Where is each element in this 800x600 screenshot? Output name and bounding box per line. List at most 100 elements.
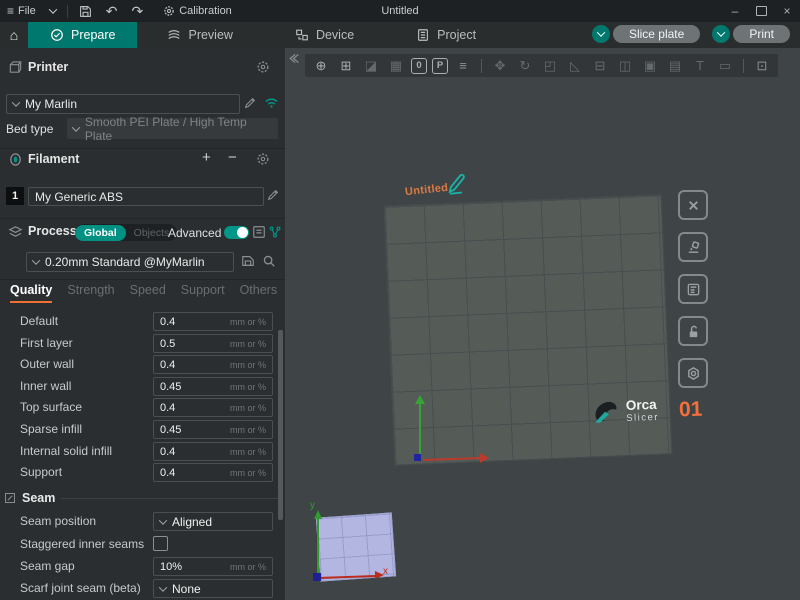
filament-preset-value: My Generic ABS bbox=[35, 190, 123, 204]
filament-settings-button[interactable] bbox=[256, 152, 270, 166]
setting-value-box[interactable]: 0.4mm or % bbox=[153, 355, 273, 374]
wifi-icon[interactable] bbox=[264, 95, 279, 110]
setting-value-box[interactable]: 0.45mm or % bbox=[153, 420, 273, 439]
merge-icon[interactable]: ▣ bbox=[640, 59, 660, 72]
collapse-toolbar-icon[interactable] bbox=[287, 52, 300, 65]
assembly-view-icon[interactable]: ⊡ bbox=[752, 59, 772, 72]
setting-value-box[interactable]: 0.4mm or % bbox=[153, 442, 273, 461]
setting-unit: mm or % bbox=[230, 317, 266, 327]
setting-value: 0.5 bbox=[160, 338, 175, 350]
rename-plate-icon[interactable] bbox=[444, 171, 470, 197]
slice-options-button[interactable] bbox=[592, 25, 610, 43]
printer-settings-button[interactable] bbox=[256, 60, 270, 74]
printer-section-title: Printer bbox=[28, 60, 68, 74]
plate-settings-button[interactable] bbox=[678, 358, 708, 388]
setting-label: Outer wall bbox=[20, 357, 74, 371]
setting-value: 0.4 bbox=[160, 467, 175, 479]
seam-position-select[interactable]: Aligned bbox=[153, 512, 273, 531]
save-preset-button[interactable] bbox=[241, 254, 255, 268]
tab-prepare-label: Prepare bbox=[71, 28, 115, 42]
remove-filament-button[interactable]: − bbox=[228, 149, 237, 166]
layers-menu-icon[interactable]: ≡ bbox=[453, 59, 473, 72]
scarf-seam-select[interactable]: None bbox=[153, 579, 273, 598]
home-button[interactable]: ⌂ bbox=[0, 22, 28, 48]
arrange-plate-button[interactable] bbox=[678, 274, 708, 304]
search-icon[interactable] bbox=[262, 254, 276, 268]
tab-device[interactable]: Device bbox=[273, 22, 376, 48]
file-menu-dropdown[interactable] bbox=[43, 0, 63, 22]
options-list-icon[interactable] bbox=[252, 225, 266, 239]
save-button[interactable] bbox=[72, 0, 99, 22]
scale-icon[interactable]: ◰ bbox=[540, 59, 560, 72]
tab-speed[interactable]: Speed bbox=[130, 283, 166, 303]
tab-others[interactable]: Others bbox=[240, 283, 278, 303]
add-object-icon[interactable]: ⊕ bbox=[311, 59, 331, 72]
undo-icon: ↶ bbox=[106, 4, 118, 18]
redo-button[interactable]: ↷ bbox=[124, 0, 150, 22]
split-to-objects-icon[interactable]: ⊟ bbox=[590, 59, 610, 72]
move-icon[interactable]: ✥ bbox=[490, 59, 510, 72]
tab-prepare[interactable]: Prepare bbox=[28, 22, 137, 48]
undo-button[interactable]: ↶ bbox=[99, 0, 125, 22]
chevron-down-icon bbox=[49, 5, 57, 13]
file-menu[interactable]: ≡ File bbox=[0, 0, 43, 22]
tab-support[interactable]: Support bbox=[181, 283, 225, 303]
setting-value-box[interactable]: 0.4mm or % bbox=[153, 463, 273, 482]
variable-layer-height-icon[interactable]: ▤ bbox=[665, 59, 685, 72]
seam-gap-value-box[interactable]: 10%mm or % bbox=[153, 557, 273, 576]
chevron-down-icon bbox=[717, 28, 725, 36]
close-button[interactable]: × bbox=[774, 0, 800, 22]
advanced-toggle[interactable] bbox=[224, 226, 249, 239]
lock-plate-button[interactable] bbox=[678, 316, 708, 346]
process-preset-select[interactable]: 0.20mm Standard @MyMarlin bbox=[26, 252, 234, 272]
setting-row: Internal solid infill 0.4mm or % bbox=[0, 442, 285, 462]
print-button[interactable]: Print bbox=[733, 25, 790, 43]
tab-quality[interactable]: Quality bbox=[10, 283, 52, 303]
setting-value-box[interactable]: 0.5mm or % bbox=[153, 334, 273, 353]
plate-name-label: Untitled bbox=[404, 182, 448, 198]
setting-label: Top surface bbox=[20, 400, 82, 414]
add-filament-button[interactable]: + bbox=[202, 149, 211, 166]
add-plate-icon[interactable]: ⊞ bbox=[336, 59, 356, 72]
build-plate[interactable] bbox=[384, 194, 673, 465]
bed-type-select[interactable]: Smooth PEI Plate / High Temp Plate bbox=[67, 118, 278, 139]
tab-preview[interactable]: Preview bbox=[145, 22, 254, 48]
calibration-icon bbox=[163, 5, 175, 17]
viewport-3d[interactable]: ⊕ ⊞ ◪ ▦ 0 P ≡ ✥ ↻ ◰ ◺ ⊟ ◫ ▣ ▤ T ▭ ⊡ Unti… bbox=[285, 48, 800, 600]
copy-icon[interactable]: 0 bbox=[411, 58, 427, 74]
chevron-down-icon bbox=[597, 28, 605, 36]
setting-unit: mm or % bbox=[230, 360, 266, 370]
place-on-face-icon[interactable]: ◺ bbox=[565, 59, 585, 72]
tab-strength[interactable]: Strength bbox=[67, 283, 114, 303]
split-to-parts-icon[interactable]: ◫ bbox=[615, 59, 635, 72]
setting-value-box[interactable]: 0.4mm or % bbox=[153, 398, 273, 417]
printer-edit-button[interactable] bbox=[243, 96, 257, 110]
text-icon[interactable]: T bbox=[690, 59, 710, 72]
setting-value-box[interactable]: 0.45mm or % bbox=[153, 377, 273, 396]
auto-orient-icon[interactable]: ◪ bbox=[361, 59, 381, 72]
compare-presets-icon[interactable] bbox=[268, 225, 282, 239]
scope-global-button[interactable]: Global bbox=[75, 225, 126, 241]
setting-value-box[interactable]: 0.4mm or % bbox=[153, 312, 273, 331]
filament-edit-button[interactable] bbox=[266, 188, 280, 202]
paste-icon[interactable]: P bbox=[432, 58, 448, 74]
maximize-button[interactable] bbox=[748, 0, 774, 22]
filament-preset-select[interactable]: My Generic ABS bbox=[28, 187, 264, 206]
setting-row: Default 0.4mm or % bbox=[0, 312, 285, 332]
orient-plate-button[interactable] bbox=[678, 232, 708, 262]
tab-project[interactable]: Project bbox=[394, 22, 498, 48]
setting-row: Support 0.4mm or % bbox=[0, 463, 285, 483]
setting-unit: mm or % bbox=[230, 425, 266, 435]
sidebar-scrollbar[interactable] bbox=[278, 330, 283, 520]
measure-icon[interactable]: ▭ bbox=[715, 59, 735, 72]
staggered-seams-checkbox[interactable] bbox=[153, 536, 168, 551]
rotate-icon[interactable]: ↻ bbox=[515, 59, 535, 72]
plate-number: 01 bbox=[679, 398, 703, 423]
printer-preset-select[interactable]: My Marlin bbox=[6, 94, 240, 114]
slice-plate-button[interactable]: Slice plate bbox=[613, 25, 700, 43]
calibration-button[interactable]: Calibration bbox=[156, 0, 239, 22]
print-options-button[interactable] bbox=[712, 25, 730, 43]
minimize-button[interactable]: – bbox=[722, 0, 748, 22]
arrange-icon[interactable]: ▦ bbox=[386, 59, 406, 72]
delete-plate-button[interactable] bbox=[678, 190, 708, 220]
